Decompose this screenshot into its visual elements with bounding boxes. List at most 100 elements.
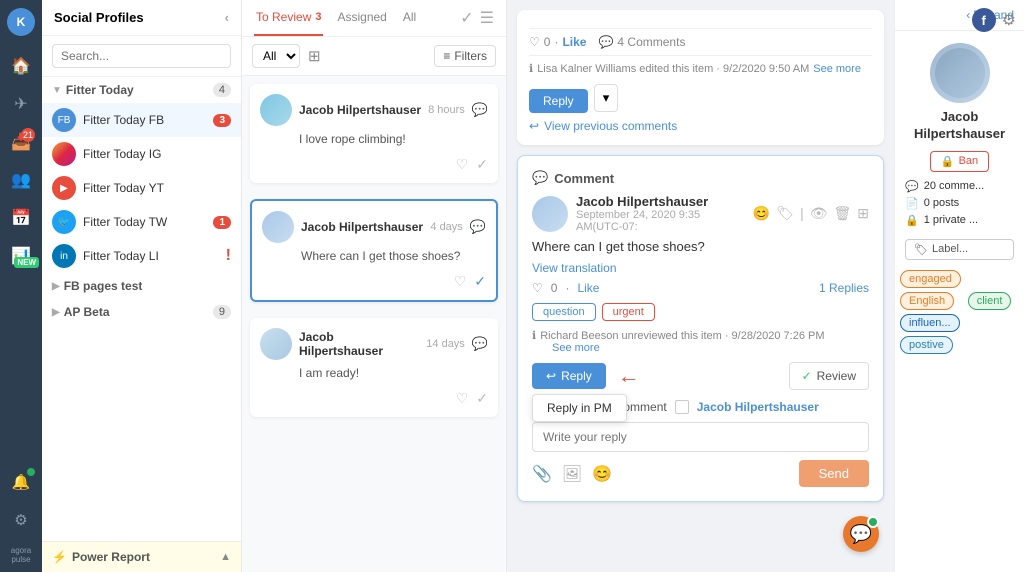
power-report-footer[interactable]: ⚡ Power Report ▲ bbox=[42, 541, 241, 572]
send-button[interactable]: Send bbox=[799, 460, 869, 487]
nav-home[interactable]: 🏠 bbox=[5, 50, 37, 82]
collapse-icon[interactable]: ‹ bbox=[225, 10, 229, 25]
message-card-3[interactable]: Jacob Hilpertshauser 14 days 💬 I am read… bbox=[250, 318, 498, 417]
nav-users[interactable]: 👥 bbox=[5, 164, 37, 196]
nav-notification[interactable]: 🔔 bbox=[5, 466, 37, 498]
label-english[interactable]: English bbox=[900, 292, 954, 310]
check-icon: ✓ bbox=[802, 369, 812, 383]
more-icon[interactable]: ⊞ bbox=[857, 205, 869, 222]
label-client[interactable]: client bbox=[968, 292, 1012, 310]
profile-avatar-li: in bbox=[52, 244, 76, 268]
section-fb-pages[interactable]: ▶ FB pages test bbox=[42, 273, 241, 299]
reply-in-pm-dropdown[interactable]: Reply in PM bbox=[532, 394, 627, 422]
msg-header-3: Jacob Hilpertshauser 14 days 💬 bbox=[260, 328, 488, 360]
emoji-send-icon[interactable]: 😊 bbox=[592, 464, 612, 484]
nav-send[interactable]: ✈ bbox=[5, 88, 37, 120]
inbox-badge: 21 bbox=[21, 128, 35, 142]
chat-bubble[interactable]: 💬 bbox=[843, 516, 879, 552]
replies-link[interactable]: 1 Replies bbox=[819, 281, 869, 295]
profile-avatar: FB bbox=[52, 108, 76, 132]
attachment-icon[interactable]: 📎 bbox=[532, 464, 552, 484]
tab-all[interactable]: All bbox=[401, 0, 418, 36]
mention-name[interactable]: Jacob Hilpertshauser bbox=[697, 400, 819, 414]
check-icon-3[interactable]: ✓ bbox=[476, 390, 488, 407]
label-influen[interactable]: influen... bbox=[900, 314, 960, 332]
check-icon-1[interactable]: ✓ bbox=[476, 156, 488, 173]
section-ap-beta[interactable]: ▶ AP Beta 9 bbox=[42, 299, 241, 325]
nav-inbox[interactable]: 📥 21 bbox=[5, 126, 37, 158]
comment-icon-1: 💬 bbox=[472, 102, 488, 118]
checkmark-icon[interactable]: ✓ bbox=[460, 8, 473, 28]
nav-chart[interactable]: 📊 NEW bbox=[5, 240, 37, 272]
refresh-icon: ↩ bbox=[529, 119, 539, 133]
comment-bubble-icon: 💬 bbox=[598, 35, 613, 49]
image-icon[interactable]: 🖼 bbox=[562, 464, 582, 484]
reply-dropdown[interactable]: ▾ bbox=[594, 84, 619, 112]
emoji-icon[interactable]: 😊 bbox=[753, 205, 770, 222]
view-previous-link[interactable]: ↩ View previous comments bbox=[529, 119, 872, 133]
msg-actions-3: ♡ ✓ bbox=[260, 386, 488, 407]
fb-icon: f bbox=[972, 8, 996, 32]
see-more-link[interactable]: See more bbox=[813, 63, 861, 75]
label-positive[interactable]: postive bbox=[900, 336, 953, 354]
notif-dot bbox=[867, 516, 879, 528]
profile-avatar-ig bbox=[52, 142, 76, 166]
tab-to-review[interactable]: To Review 3 bbox=[254, 0, 323, 36]
section-fitter-today[interactable]: ▼ Fitter Today 4 bbox=[42, 77, 241, 103]
review-button[interactable]: ✓ Review bbox=[789, 362, 869, 390]
eye-icon[interactable]: 👁 bbox=[810, 205, 828, 222]
label-icon[interactable]: 🏷 bbox=[776, 205, 794, 222]
check-icon-2[interactable]: ✓ bbox=[474, 273, 486, 290]
comment-section-label: Comment bbox=[554, 171, 614, 186]
search-input[interactable] bbox=[52, 44, 231, 68]
list-icon[interactable]: ☰ bbox=[480, 8, 494, 28]
tab-assigned[interactable]: Assigned bbox=[335, 0, 388, 36]
reply-input[interactable] bbox=[532, 422, 869, 452]
label-button[interactable]: 🏷 Label... bbox=[905, 239, 1014, 260]
comment-count: 💬 4 Comments bbox=[598, 35, 685, 49]
reply-btn-main[interactable]: ↩ Reply bbox=[532, 363, 606, 389]
flag-icon[interactable]: | bbox=[800, 205, 804, 222]
nav-calendar[interactable]: 📅 bbox=[5, 202, 37, 234]
trash-icon[interactable]: 🗑 bbox=[833, 205, 851, 222]
profile-fitter-yt[interactable]: ▶ Fitter Today YT bbox=[42, 171, 241, 205]
heart-icon-2[interactable]: ♡ bbox=[454, 273, 467, 290]
comment-icon-2: 💬 bbox=[470, 219, 486, 235]
mention-checkbox[interactable] bbox=[675, 400, 689, 414]
heart-icon-3[interactable]: ♡ bbox=[456, 390, 469, 407]
footer-label: ⚡ Power Report bbox=[52, 550, 150, 564]
profile-fitter-tw[interactable]: 🐦 Fitter Today TW 1 bbox=[42, 205, 241, 239]
reply-button[interactable]: Reply bbox=[529, 89, 588, 113]
profile-fitter-fb[interactable]: FB Fitter Today FB 3 bbox=[42, 103, 241, 137]
translate-link[interactable]: View translation bbox=[532, 261, 617, 275]
profile-avatar-tw: 🐦 bbox=[52, 210, 76, 234]
nav-settings[interactable]: ⚙ bbox=[5, 504, 37, 536]
like-stat[interactable]: ♡ 0 · Like bbox=[529, 35, 586, 49]
label-engaged[interactable]: engaged bbox=[900, 270, 961, 288]
new-badge: NEW bbox=[14, 252, 39, 270]
label-icon-right: 🏷 bbox=[914, 243, 928, 256]
tag-urgent[interactable]: urgent bbox=[602, 303, 655, 321]
post-stat-icon: 📄 bbox=[905, 197, 919, 210]
user-avatar[interactable]: K bbox=[7, 8, 35, 36]
comment-like-link[interactable]: Like bbox=[577, 281, 599, 295]
msg-avatar-2 bbox=[262, 211, 294, 243]
message-card-1[interactable]: Jacob Hilpertshauser 8 hours 💬 I love ro… bbox=[250, 84, 498, 183]
tag-question[interactable]: question bbox=[532, 303, 596, 321]
gear-icon[interactable]: ⚙ bbox=[1002, 10, 1016, 30]
see-more-link2[interactable]: See more bbox=[552, 342, 600, 354]
red-arrow-icon: ← bbox=[618, 363, 640, 389]
filter-all-select[interactable]: All bbox=[252, 44, 300, 68]
filter-button[interactable]: ≡ Filters bbox=[434, 45, 496, 67]
profile-fitter-li[interactable]: in Fitter Today LI ! bbox=[42, 239, 241, 273]
heart-icon-1[interactable]: ♡ bbox=[456, 156, 469, 173]
right-stats: 💬 20 comme... 📄 0 posts 🔒 1 private ... bbox=[895, 180, 1024, 231]
ban-button[interactable]: 🔒 Ban bbox=[930, 151, 989, 172]
message-card-2[interactable]: Jacob Hilpertshauser 4 days 💬 Where can … bbox=[250, 199, 498, 302]
activity-line2: ℹ Richard Beeson unreviewed this item · … bbox=[532, 329, 869, 342]
profile-fitter-ig[interactable]: Fitter Today IG bbox=[42, 137, 241, 171]
left-sidebar: K 🏠 ✈ 📥 21 👥 📅 📊 NEW 🔔 ⚙ agorapulse bbox=[0, 0, 42, 572]
info-icon-small: ℹ bbox=[529, 62, 533, 75]
grid-icon[interactable]: ⊞ bbox=[306, 45, 323, 67]
like-link[interactable]: Like bbox=[562, 35, 586, 49]
